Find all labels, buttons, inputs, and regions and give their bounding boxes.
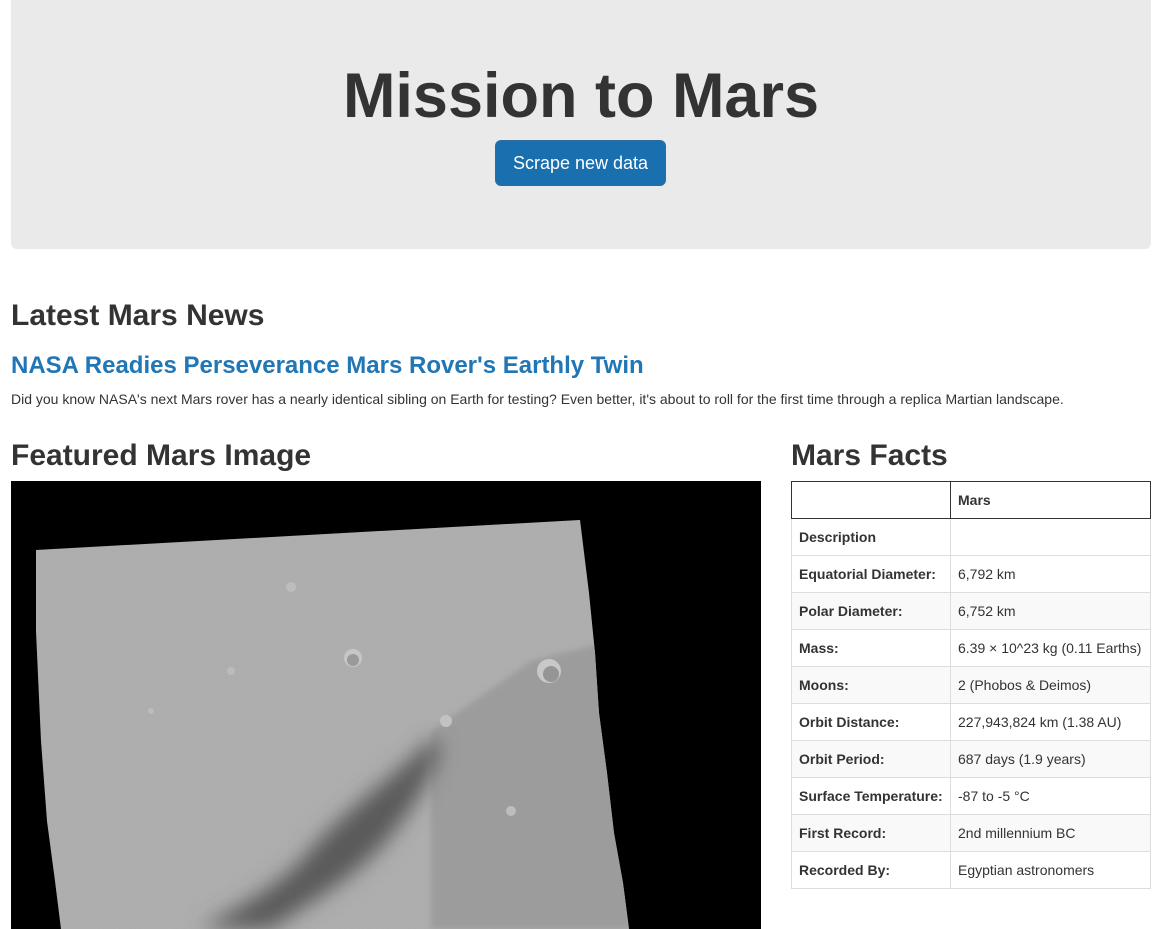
facts-row: Description [791,518,1151,556]
facts-row-label: Orbit Distance: [791,703,951,741]
latest-news-heading: Latest Mars News [11,299,265,332]
facts-row-value: 6.39 × 10^23 kg (0.11 Earths) [950,629,1151,667]
facts-row: Orbit Distance: 227,943,824 km (1.38 AU) [791,703,1151,741]
page-title: Mission to Mars [342,61,820,131]
facts-row-value: 6,752 km [950,592,1151,630]
facts-row-value: -87 to -5 °C [950,777,1151,815]
facts-header-mars: Mars [950,481,1151,519]
facts-row-value: Egyptian astronomers [950,851,1151,889]
facts-row: First Record: 2nd millennium BC [791,814,1151,852]
jumbotron: Mission to Mars Scrape new data [11,0,1151,249]
facts-row: Recorded By: Egyptian astronomers [791,851,1151,889]
facts-row-label: Surface Temperature: [791,777,951,815]
news-title-link[interactable]: NASA Readies Perseverance Mars Rover's E… [11,350,644,382]
facts-row: Surface Temperature: -87 to -5 °C [791,777,1151,815]
facts-row-value: 6,792 km [950,555,1151,593]
facts-row-value: 2nd millennium BC [950,814,1151,852]
mars-facts-table: Mars Description Equatorial Diameter: 6,… [791,481,1151,889]
facts-row: Polar Diameter: 6,752 km [791,592,1151,630]
facts-row-label: Description [791,518,951,556]
facts-row: Mass: 6.39 × 10^23 kg (0.11 Earths) [791,629,1151,667]
facts-row-value: 687 days (1.9 years) [950,740,1151,778]
facts-row-label: Orbit Period: [791,740,951,778]
facts-row-label: Moons: [791,666,951,704]
facts-row-label: First Record: [791,814,951,852]
featured-mars-image [11,481,761,929]
facts-header-row: Mars [791,481,1151,519]
facts-row-label: Mass: [791,629,951,667]
facts-row-label: Recorded By: [791,851,951,889]
scrape-new-data-button[interactable]: Scrape new data [495,140,666,186]
news-teaser: Did you know NASA's next Mars rover has … [11,391,1064,407]
featured-image-heading: Featured Mars Image [11,439,312,472]
facts-row-label: Polar Diameter: [791,592,951,630]
facts-row: Orbit Period: 687 days (1.9 years) [791,740,1151,778]
facts-row-label: Equatorial Diameter: [791,555,951,593]
facts-row-value: 2 (Phobos & Deimos) [950,666,1151,704]
facts-row-value [950,518,1151,556]
facts-header-blank [791,481,951,519]
facts-row: Equatorial Diameter: 6,792 km [791,555,1151,593]
facts-row-value: 227,943,824 km (1.38 AU) [950,703,1151,741]
facts-row: Moons: 2 (Phobos & Deimos) [791,666,1151,704]
mars-facts-heading: Mars Facts [791,439,948,472]
mars-surface-image [11,481,761,929]
